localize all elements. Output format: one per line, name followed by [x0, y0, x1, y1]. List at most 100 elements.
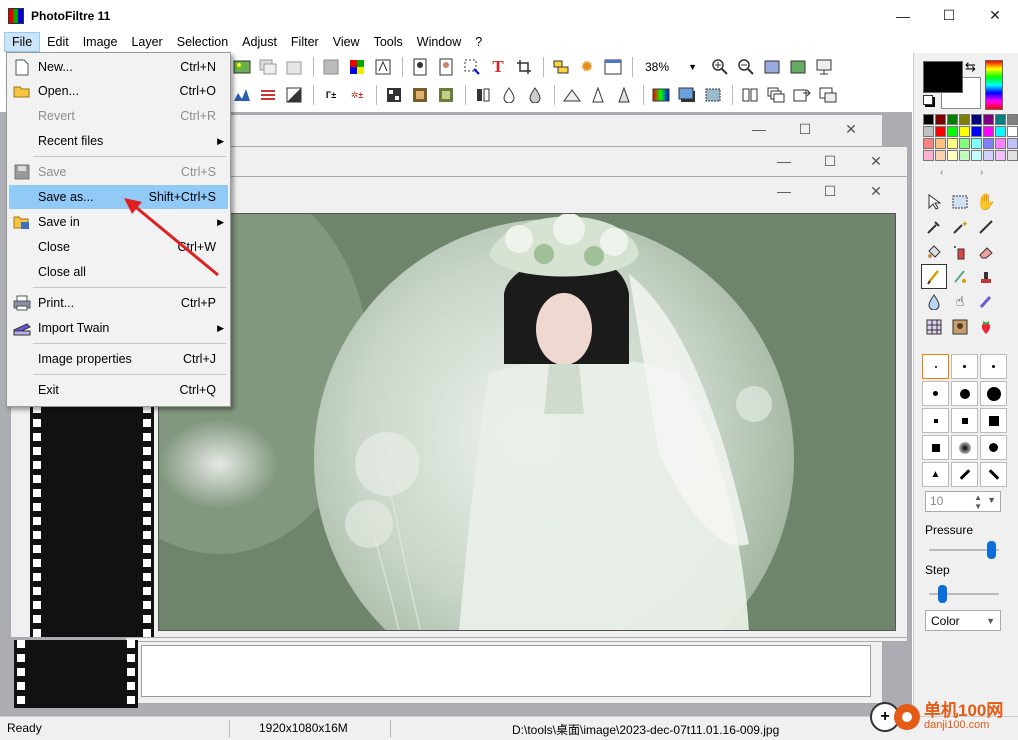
menu-view[interactable]: View — [326, 32, 367, 52]
portrait-tool-icon[interactable] — [947, 314, 973, 339]
menu-item-open[interactable]: Open... Ctrl+O — [9, 79, 228, 103]
foreground-color-swatch[interactable] — [923, 61, 963, 93]
portrait-frame-icon[interactable] — [434, 55, 458, 79]
menu-item-exit[interactable]: Exit Ctrl+Q — [9, 378, 228, 402]
smudge-tool-icon[interactable]: ☝ — [947, 289, 973, 314]
flip-icon[interactable] — [471, 83, 495, 107]
brush-square-medium[interactable] — [951, 408, 978, 433]
brush-small[interactable] — [951, 354, 978, 379]
zoom-in-icon[interactable] — [708, 55, 732, 79]
menu-filter[interactable]: Filter — [284, 32, 326, 52]
doc-maximize-button[interactable]: ☐ — [782, 121, 828, 138]
crop-icon[interactable] — [512, 55, 536, 79]
document-image[interactable] — [158, 213, 896, 631]
sharpen-icon[interactable] — [586, 83, 610, 107]
text-tool-icon[interactable]: T — [486, 55, 510, 79]
auto-gamma-icon[interactable]: Γ± — [319, 83, 343, 107]
zoom-out-icon[interactable] — [734, 55, 758, 79]
doc-minimize-button[interactable]: — — [736, 121, 782, 138]
menu-item-import-twain[interactable]: Import Twain ▶ — [9, 316, 228, 340]
close-button[interactable]: ✕ — [972, 0, 1018, 31]
eyedropper-tool-icon[interactable] — [921, 214, 947, 239]
transform-icon[interactable] — [701, 83, 725, 107]
brush-soft[interactable] — [951, 435, 978, 460]
palette-next-icon[interactable]: › — [980, 167, 983, 178]
fit-image-icon[interactable] — [760, 55, 784, 79]
automate-icon[interactable] — [371, 55, 395, 79]
brush-round-plus[interactable] — [980, 435, 1007, 460]
menu-item-print[interactable]: Print... Ctrl+P — [9, 291, 228, 315]
book-icon[interactable] — [738, 83, 762, 107]
mosaic-icon[interactable] — [382, 83, 406, 107]
color-palette[interactable] — [923, 114, 1018, 161]
strawberry-tool-icon[interactable] — [973, 314, 999, 339]
maximize-button[interactable]: ☐ — [926, 0, 972, 31]
fill-bucket-tool-icon[interactable] — [921, 239, 947, 264]
doc-minimize-button[interactable]: — — [761, 183, 807, 200]
menu-help[interactable]: ? — [468, 32, 489, 52]
drop-icon[interactable] — [497, 83, 521, 107]
menu-adjust[interactable]: Adjust — [235, 32, 284, 52]
menu-tools[interactable]: Tools — [367, 32, 410, 52]
brush-large[interactable] — [951, 381, 978, 406]
window-icon[interactable] — [601, 55, 625, 79]
portrait-crop-icon[interactable] — [408, 55, 432, 79]
pressure-slider-thumb[interactable] — [986, 541, 996, 559]
brush-square-plus[interactable] — [922, 435, 949, 460]
capture-icon[interactable] — [816, 83, 840, 107]
blur-tool-icon[interactable] — [921, 289, 947, 314]
doc-close-button[interactable]: ✕ — [853, 153, 899, 170]
emboss-icon[interactable] — [560, 83, 584, 107]
brush-medium[interactable] — [922, 381, 949, 406]
hand-tool-icon[interactable]: ✋ — [973, 189, 999, 214]
copy-image-icon[interactable] — [256, 55, 280, 79]
settings-icon[interactable]: ✹ — [575, 55, 599, 79]
contrast-icon[interactable] — [282, 83, 306, 107]
brush-tool-icon[interactable] — [921, 264, 947, 289]
spray-tool-icon[interactable] — [947, 239, 973, 264]
actual-size-icon[interactable] — [786, 55, 810, 79]
texture-icon[interactable] — [408, 83, 432, 107]
menu-layer[interactable]: Layer — [124, 32, 169, 52]
brush-size-spinner[interactable]: 10 ▲ ▼ ▼ — [925, 491, 1001, 512]
pen-tool-icon[interactable] — [947, 264, 973, 289]
menu-edit[interactable]: Edit — [40, 32, 76, 52]
selection-tool-icon[interactable] — [947, 189, 973, 214]
menu-item-revert[interactable]: Revert Ctrl+R — [9, 104, 228, 128]
brush-xlarge[interactable] — [980, 381, 1007, 406]
menu-item-save[interactable]: Save Ctrl+S — [9, 160, 228, 184]
doc-minimize-button[interactable]: — — [761, 153, 807, 170]
menu-item-recent-files[interactable]: Recent files ▶ — [9, 129, 228, 153]
magic-select-icon[interactable] — [460, 55, 484, 79]
color-balance-icon[interactable] — [256, 83, 280, 107]
menu-image[interactable]: Image — [76, 32, 125, 52]
shadow-icon[interactable] — [675, 83, 699, 107]
doc-close-button[interactable]: ✕ — [828, 121, 874, 138]
batch-icon[interactable] — [764, 83, 788, 107]
stamp-tool-icon[interactable] — [973, 264, 999, 289]
gallery-icon[interactable] — [230, 55, 254, 79]
auto-brightness-icon[interactable]: ✲± — [345, 83, 369, 107]
menu-item-new[interactable]: New... Ctrl+N — [9, 55, 228, 79]
palette-prev-icon[interactable]: ‹ — [940, 167, 943, 178]
reset-colors-icon[interactable] — [923, 95, 933, 105]
grid-tool-icon[interactable] — [921, 314, 947, 339]
doc-maximize-button[interactable]: ☐ — [807, 183, 853, 200]
menu-selection[interactable]: Selection — [170, 32, 235, 52]
menu-item-image-properties[interactable]: Image properties Ctrl+J — [9, 347, 228, 371]
brush-small-2[interactable] — [980, 354, 1007, 379]
menu-window[interactable]: Window — [410, 32, 468, 52]
brush-square-large[interactable] — [980, 408, 1007, 433]
export-icon[interactable] — [790, 83, 814, 107]
chevron-down-icon[interactable]: ▼ — [987, 495, 996, 505]
zoom-select[interactable]: 38% ▼ — [638, 56, 704, 78]
edge-icon[interactable] — [612, 83, 636, 107]
pressure-slider[interactable] — [929, 541, 999, 559]
step-slider[interactable] — [929, 585, 999, 603]
doc-maximize-button[interactable]: ☐ — [807, 153, 853, 170]
step-slider-thumb[interactable] — [938, 585, 948, 603]
swap-colors-icon[interactable]: ⇆ — [965, 59, 976, 75]
brush-diagonal-left[interactable] — [980, 462, 1007, 487]
paste-image-icon[interactable] — [282, 55, 306, 79]
gradient-icon[interactable] — [649, 83, 673, 107]
